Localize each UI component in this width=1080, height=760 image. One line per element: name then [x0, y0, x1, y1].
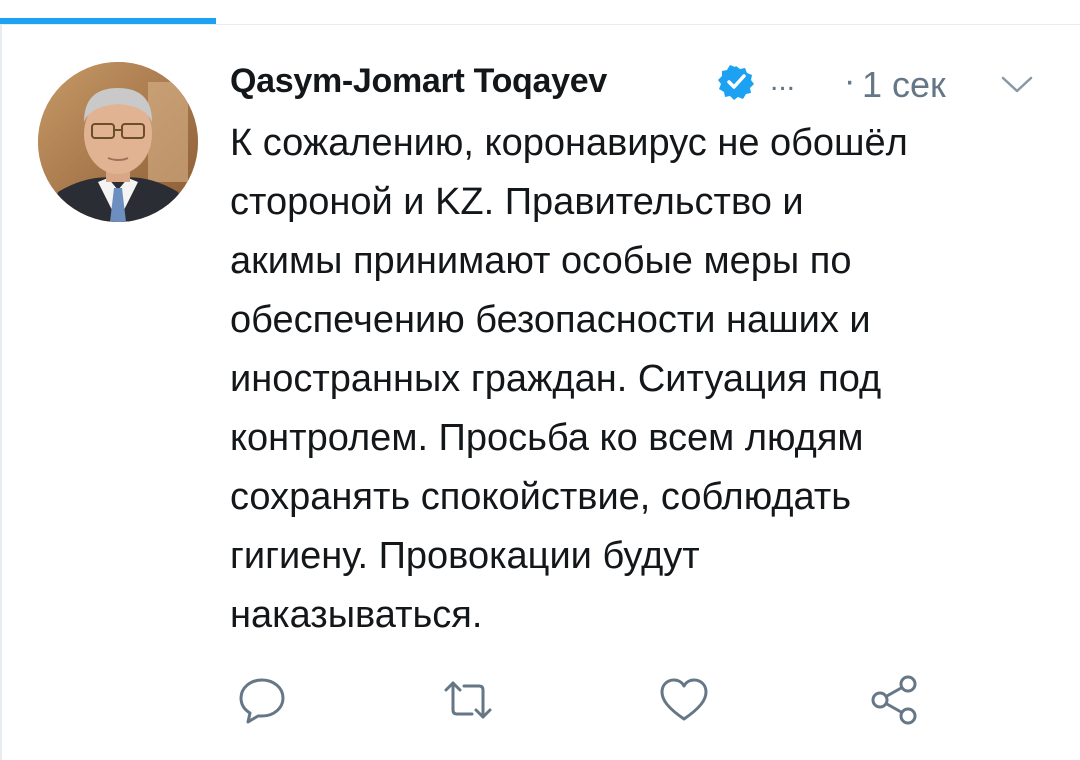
verified-badge-icon: [718, 64, 754, 100]
tweet-text-line: контролем. Просьба ко всем людям: [230, 417, 864, 459]
share-icon[interactable]: [866, 672, 922, 728]
chevron-down-icon[interactable]: [1000, 74, 1034, 96]
tweet-text-line: сохранять спокойствие, соблюдать: [230, 476, 852, 518]
tweet-text-line: обеспечению безопасности наших и: [230, 299, 871, 341]
tweet-text-line: акимы принимают особые меры по: [230, 240, 852, 282]
tweet-text-line: иностранных граждан. Ситуация под: [230, 358, 882, 400]
tweet-timestamp[interactable]: 1 сек: [862, 64, 946, 106]
reply-icon[interactable]: [234, 672, 290, 728]
tweet-text-line: гигиену. Провокации будут: [230, 535, 700, 577]
avatar[interactable]: [38, 62, 198, 222]
handle-truncated[interactable]: ...: [770, 64, 795, 98]
tweet-header: Qasym-Jomart Toqayev ... · 1 сек: [230, 60, 1050, 110]
tweet-text-line: стороной и KZ. Правительство и: [230, 181, 804, 223]
like-icon[interactable]: [656, 672, 712, 728]
author-name[interactable]: Qasym-Jomart Toqayev: [230, 62, 607, 101]
retweet-icon[interactable]: [440, 672, 496, 728]
tweet-text-line: наказываться.: [230, 594, 483, 636]
header-divider: [0, 24, 1080, 25]
left-border: [0, 24, 2, 760]
tweet-text-line: К сожалению, коронавирус не обошёл: [230, 122, 908, 164]
tweet-actions: [230, 672, 1030, 728]
tweet-body: К сожалению, коронавирус не обошёл сторо…: [230, 114, 1050, 645]
separator-dot: ·: [844, 62, 856, 100]
